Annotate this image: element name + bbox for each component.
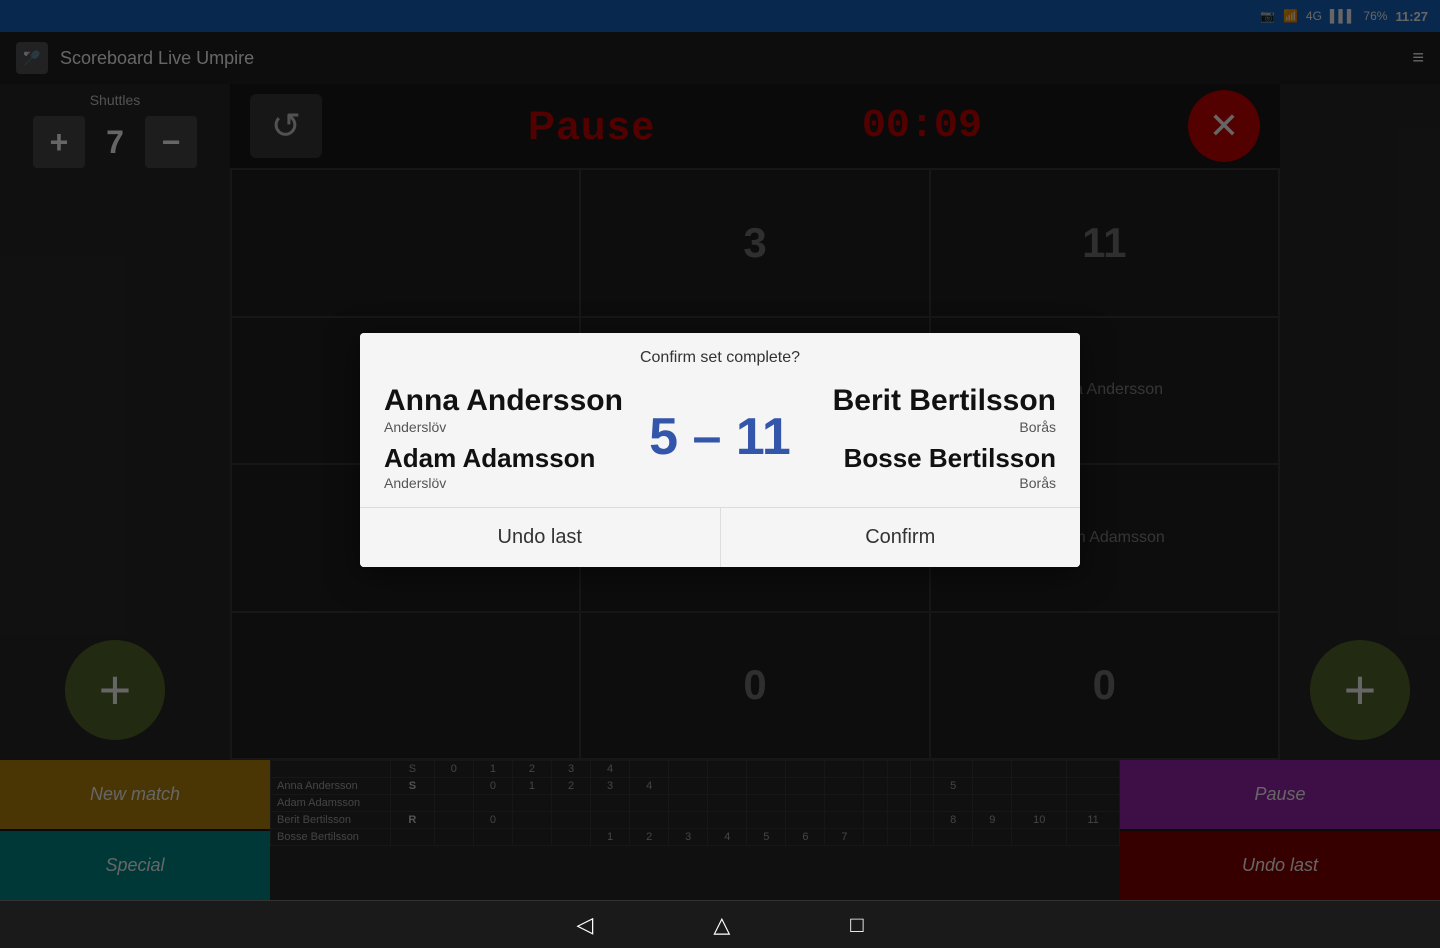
home-nav-button[interactable]: △ — [713, 912, 730, 938]
modal-body: Anna Andersson Anderslöv Adam Adamsson A… — [360, 375, 1080, 506]
confirm-modal: Confirm set complete? Anna Andersson And… — [360, 333, 1080, 566]
modal-left-player1: Anna Andersson — [384, 383, 625, 419]
modal-right-player1: Berit Bertilsson — [815, 383, 1056, 419]
modal-footer: Undo last Confirm — [360, 507, 1080, 567]
modal-right-team: Berit Bertilsson Borås Bosse Bertilsson … — [815, 383, 1056, 490]
recents-nav-button[interactable]: □ — [850, 912, 863, 938]
modal-right-city1: Borås — [815, 419, 1056, 435]
modal-left-city1: Anderslöv — [384, 419, 625, 435]
modal-overlay: Confirm set complete? Anna Andersson And… — [0, 0, 1440, 900]
back-nav-button[interactable]: ◁ — [576, 912, 593, 938]
nav-bar: ◁ △ □ — [0, 900, 1440, 948]
modal-score: 5 – 11 — [625, 407, 815, 467]
modal-left-city2: Anderslöv — [384, 475, 625, 491]
modal-left-player2: Adam Adamsson — [384, 443, 625, 474]
modal-right-player2: Bosse Bertilsson — [815, 443, 1056, 474]
modal-right-city2: Borås — [815, 475, 1056, 491]
modal-header: Confirm set complete? — [360, 333, 1080, 375]
undo-last-modal-button[interactable]: Undo last — [360, 508, 721, 567]
confirm-modal-button[interactable]: Confirm — [721, 508, 1081, 567]
modal-left-team: Anna Andersson Anderslöv Adam Adamsson A… — [384, 383, 625, 490]
